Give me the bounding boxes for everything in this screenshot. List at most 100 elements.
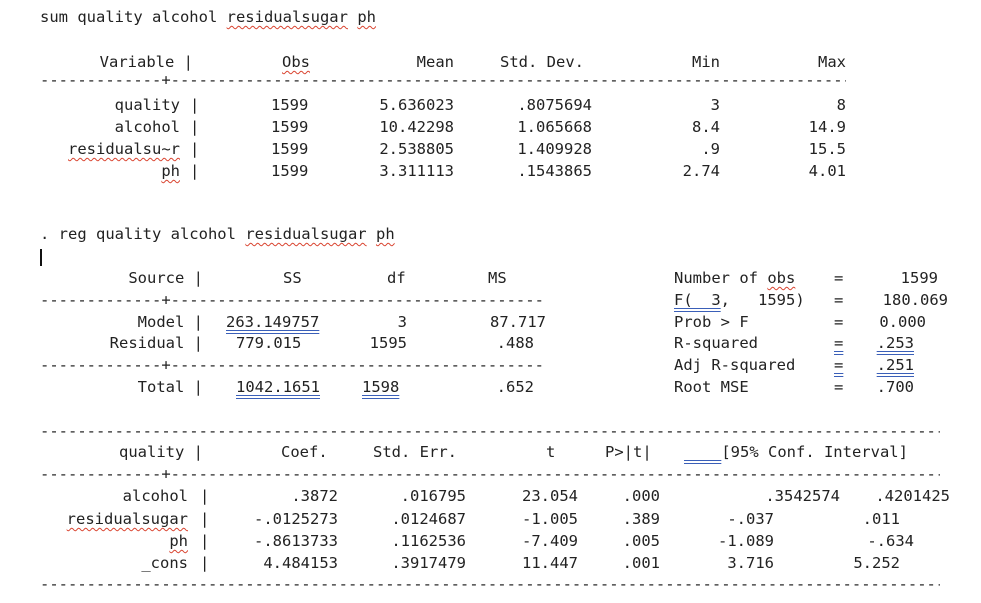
stat-label: Adj R-squared — [674, 356, 796, 374]
sum-row-sd: .1543865 — [517, 162, 592, 180]
stat-label: R-squared — [674, 334, 758, 352]
sum-row-mean: 10.42298 — [379, 118, 454, 136]
stat-value: .253 — [876, 334, 914, 352]
anova-ss-residual: 779.015 — [236, 334, 302, 352]
anova-header-source: Source | — [128, 269, 203, 287]
sum-row-name: quality — [114, 96, 180, 114]
anova-source-model: Model | — [137, 313, 203, 331]
coef-row-name: ph — [169, 532, 188, 550]
coef-bottom-rule: ----------------------------------------… — [40, 575, 940, 593]
coef-row-coef: .3872 — [291, 487, 338, 505]
stat-eq: = — [834, 378, 844, 396]
coef-row-bar: | — [200, 510, 210, 528]
stat-value: 0.000 — [879, 313, 926, 331]
coef-top-rule: ----------------------------------------… — [40, 422, 940, 440]
anova-source-total: Total | — [137, 378, 203, 396]
coef-row-p: .005 — [622, 532, 660, 550]
sum-row-min: .9 — [701, 140, 720, 158]
reg-command-var: residualsugar — [245, 225, 367, 243]
sum-row-sd: .8075694 — [517, 96, 592, 114]
anova-ss-model: 263.149757 — [226, 313, 320, 331]
anova-separator-total: -------------+--------------------------… — [40, 356, 546, 374]
coef-header-p: P>|t| — [605, 443, 652, 461]
stat-label: Number of obs — [674, 269, 796, 287]
coef-row-se: .016795 — [400, 487, 466, 505]
coef-header-se: Std. Err. — [373, 443, 457, 461]
coef-row-ci-low: -1.089 — [718, 532, 774, 550]
sum-row-max: 14.9 — [808, 118, 846, 136]
stat-eq: = — [834, 291, 844, 309]
stat-label: Prob > F — [674, 313, 749, 331]
sum-row-min: 2.74 — [682, 162, 720, 180]
coef-header-t: t — [546, 443, 556, 461]
coef-header-dep: quality | — [119, 443, 203, 461]
coef-row-name: residualsugar — [66, 510, 188, 528]
sum-row-obs: 1599 — [271, 96, 309, 114]
sum-command: sum quality alcohol residualsugar ph — [40, 8, 376, 26]
coef-row-ci-high: .4201425 — [875, 487, 950, 505]
sum-row-obs: 1599 — [271, 140, 309, 158]
stat-value: 1599 — [900, 269, 938, 287]
sum-row-sd: 1.065668 — [517, 118, 592, 136]
stat-eq: = — [834, 334, 844, 352]
coef-row-t: 23.054 — [522, 487, 578, 505]
text-cursor — [40, 249, 42, 266]
coef-row-ci-low: 3.716 — [727, 554, 774, 572]
coef-row-ci-high: 5.252 — [853, 554, 900, 572]
anova-ms-residual: .488 — [496, 334, 534, 352]
sum-header-mean: Mean — [416, 53, 454, 71]
sum-row-bar: | — [190, 162, 200, 180]
coef-header-ci-text: [95% Conf. Interval] — [721, 443, 908, 461]
stat-label-obs: obs — [767, 269, 796, 287]
sum-row-mean: 5.636023 — [379, 96, 454, 114]
sum-row-max: 15.5 — [808, 140, 846, 158]
sum-row-name: residualsu~r — [68, 140, 180, 158]
coef-row-t: -7.409 — [522, 532, 578, 550]
sum-row-max: 8 — [836, 96, 846, 114]
sum-row-bar: | — [190, 96, 200, 114]
reg-command: . reg quality alcohol residualsugar ph — [40, 225, 395, 243]
coef-row-coef: -.0125273 — [254, 510, 338, 528]
anova-ms-model: 87.717 — [490, 313, 546, 331]
coef-row-p: .389 — [622, 510, 660, 528]
sum-header-max: Max — [818, 53, 846, 71]
sum-row-obs: 1599 — [271, 162, 309, 180]
sum-row-min: 3 — [710, 96, 720, 114]
sum-header-obs: Obs — [282, 53, 310, 71]
stat-value: .251 — [876, 356, 914, 374]
anova-header-ms: MS — [488, 269, 507, 287]
anova-df-model: 3 — [397, 313, 407, 331]
coef-row-t: 11.447 — [522, 554, 578, 572]
sum-row-bar: | — [190, 140, 200, 158]
anova-header-df: df — [387, 269, 406, 287]
reg-command-sep — [367, 225, 376, 243]
coef-header-ci-underline — [684, 443, 721, 461]
stat-value: .700 — [876, 378, 914, 396]
coef-row-coef: 4.484153 — [263, 554, 338, 572]
sum-command-text: sum quality alcohol — [40, 8, 227, 26]
sum-command-var2: ph — [357, 8, 376, 26]
coef-row-se: .3917479 — [391, 554, 466, 572]
anova-separator: -------------+--------------------------… — [40, 291, 546, 309]
coef-header-coef: Coef. — [281, 443, 328, 461]
coef-header-ci: [95% Conf. Interval] — [684, 443, 908, 461]
anova-header-ss: SS — [283, 269, 302, 287]
sum-row-name: ph — [161, 162, 180, 180]
coef-row-bar: | — [200, 487, 210, 505]
stat-label-f: F( 3 — [674, 291, 721, 309]
coef-separator: -------------+--------------------------… — [40, 465, 940, 483]
sum-row-min: 8.4 — [692, 118, 720, 136]
stat-eq: = — [834, 356, 844, 374]
coef-row-bar: | — [200, 532, 210, 550]
sum-command-sep — [348, 8, 357, 26]
sum-header-variable: Variable | — [99, 53, 193, 71]
coef-row-name: alcohol — [122, 487, 188, 505]
sum-header-min: Min — [692, 53, 720, 71]
stat-eq: = — [834, 313, 844, 331]
coef-row-p: .000 — [622, 487, 660, 505]
coef-row-se: .1162536 — [391, 532, 466, 550]
stat-label: Root MSE — [674, 378, 749, 396]
coef-row-ci-high: -.634 — [867, 532, 914, 550]
sum-row-max: 4.01 — [808, 162, 846, 180]
anova-ss-total: 1042.1651 — [236, 378, 320, 396]
